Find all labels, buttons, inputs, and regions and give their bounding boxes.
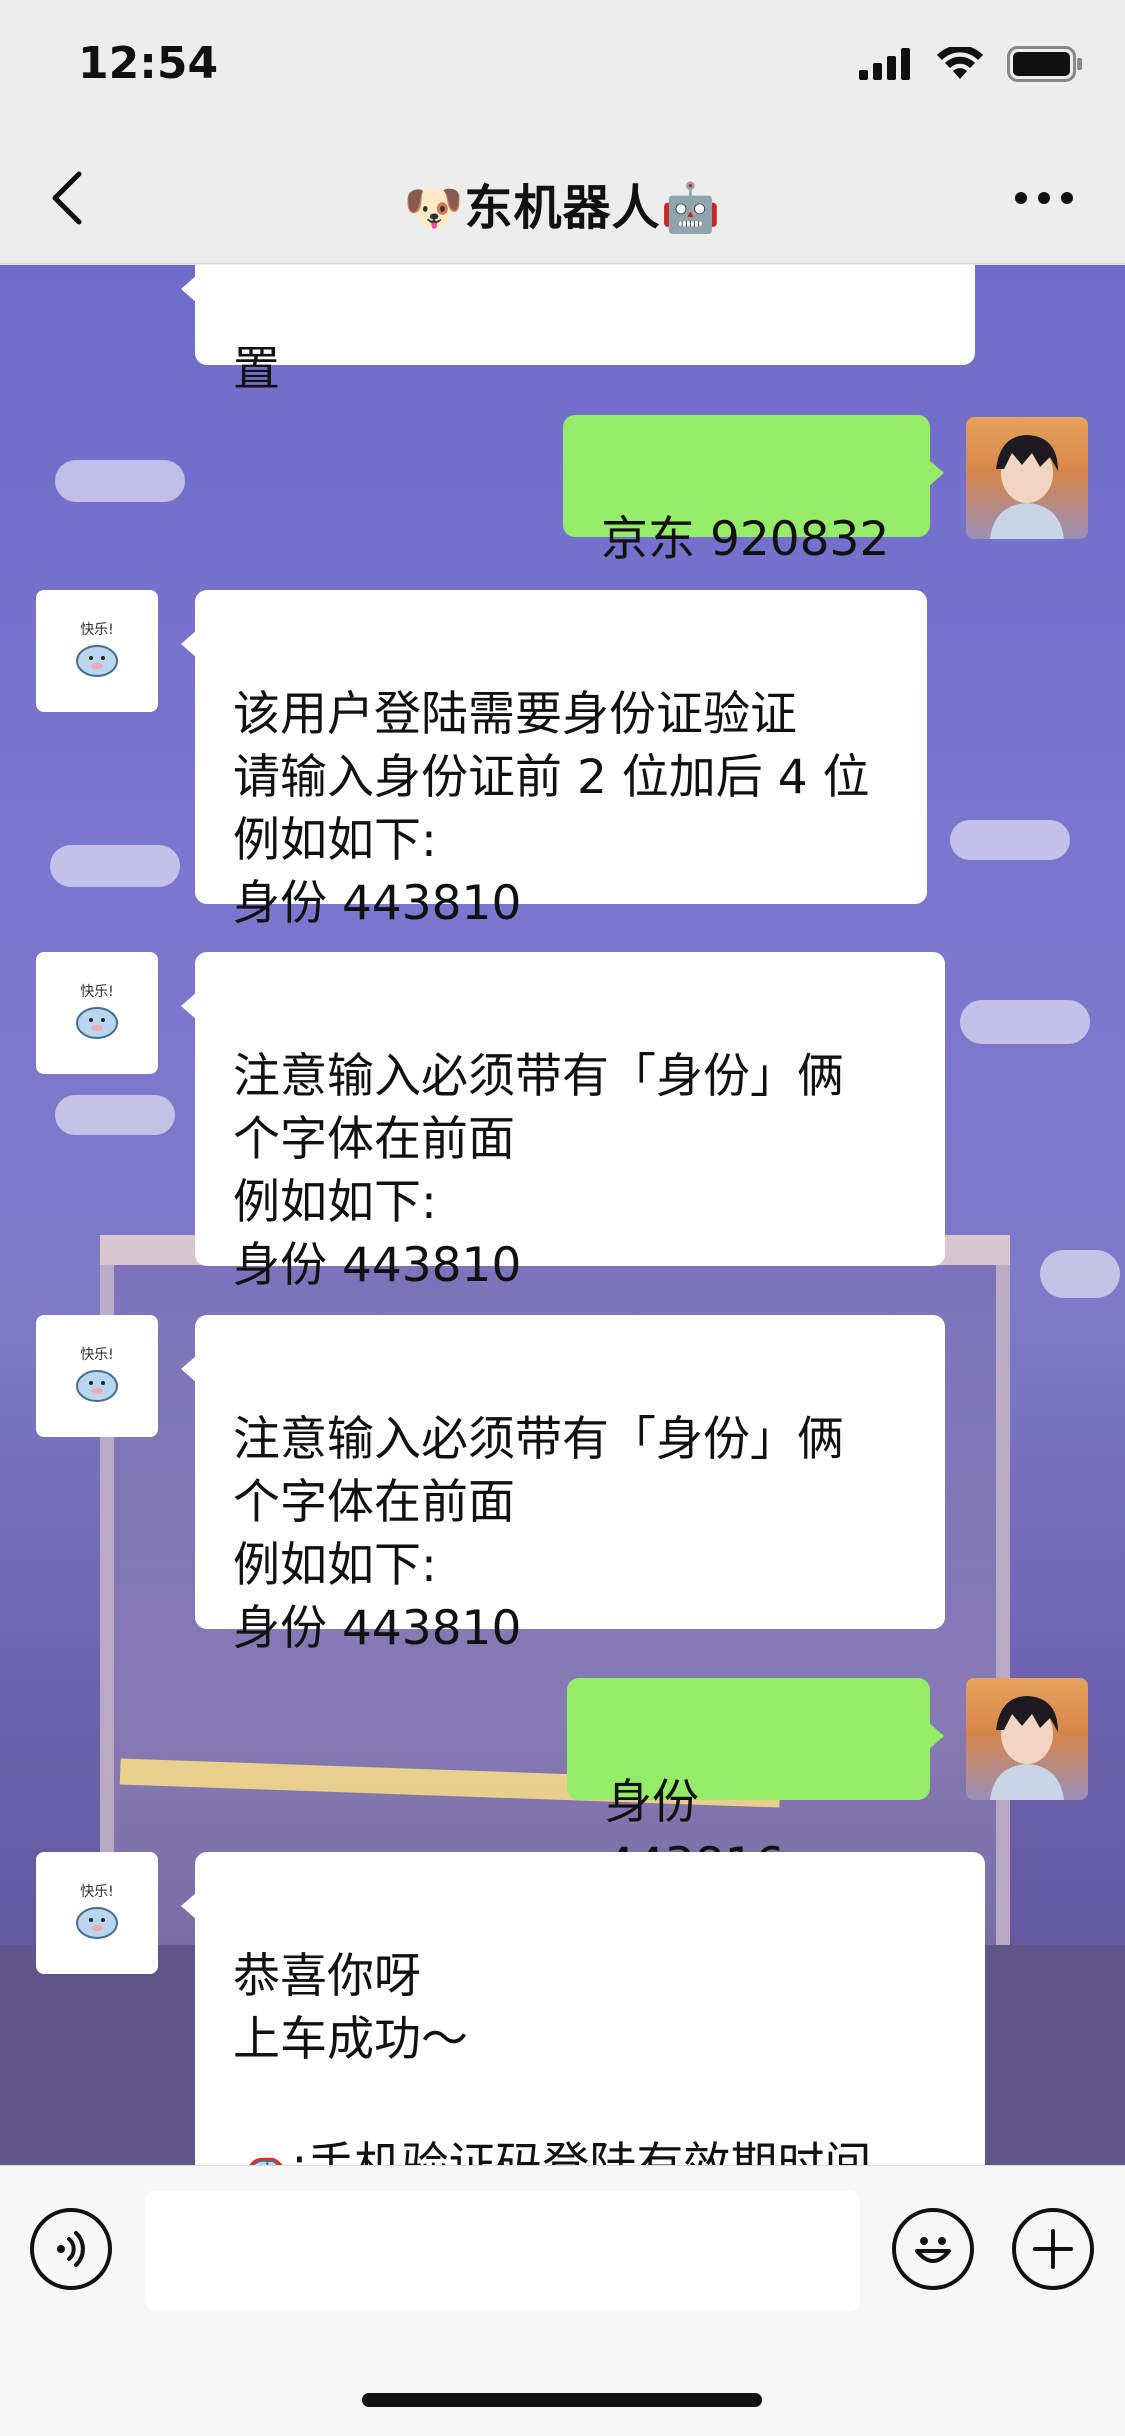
- user-avatar-illustration: [990, 1696, 1064, 1800]
- wifi-icon: [937, 47, 983, 79]
- user-avatar-illustration: [990, 435, 1064, 539]
- more-button[interactable]: [999, 162, 1089, 234]
- voice-icon: [57, 2231, 85, 2267]
- background-cloud: [50, 845, 180, 887]
- chat-area[interactable]: 置 京东 920832 快乐! 该用户登陆需要身份证验证 请输入身份证前 2 位…: [0, 265, 1125, 2165]
- message-text: 京东 920832: [601, 512, 890, 567]
- bot-avatar-caption: 快乐!: [80, 622, 114, 638]
- dolphin-icon: [76, 1907, 118, 1939]
- message-text: 注意输入必须带有「身份」俩 个字体在前面 例如如下: 身份 443810: [233, 1049, 844, 1293]
- message-bubble-incoming[interactable]: 注意输入必须带有「身份」俩 个字体在前面 例如如下: 身份 443810: [181, 1315, 945, 1656]
- status-time: 12:54: [78, 38, 219, 89]
- home-indicator: [362, 2393, 762, 2407]
- bot-avatar-caption: 快乐!: [80, 1347, 114, 1363]
- emoji-button[interactable]: [892, 2208, 974, 2290]
- background-cloud: [960, 1000, 1090, 1044]
- bot-avatar[interactable]: 快乐!: [36, 1315, 158, 1437]
- message-text: 置: [233, 342, 280, 397]
- bot-avatar-illustration: 快乐!: [69, 981, 125, 1045]
- dolphin-icon: [76, 1370, 118, 1402]
- message-input[interactable]: [145, 2191, 860, 2311]
- message-bubble-incoming[interactable]: 置: [181, 265, 975, 397]
- nav-bar: 🐶东机器人🤖: [0, 132, 1125, 264]
- message-bubble-incoming[interactable]: 注意输入必须带有「身份」俩 个字体在前面 例如如下: 身份 443810: [181, 952, 945, 1293]
- bot-avatar[interactable]: 快乐!: [36, 590, 158, 712]
- bot-avatar-illustration: 快乐!: [69, 1344, 125, 1408]
- emoji-icon: [915, 2237, 951, 2263]
- bot-avatar-illustration: 快乐!: [69, 619, 125, 683]
- message-bubble-outgoing[interactable]: 身份 443816: [567, 1678, 944, 1893]
- battery-icon: [1007, 46, 1082, 82]
- bot-avatar-caption: 快乐!: [80, 1884, 114, 1900]
- background-cloud: [55, 1095, 175, 1135]
- signal-icon: [859, 48, 910, 80]
- voice-button[interactable]: [30, 2208, 112, 2290]
- message-text: 注意输入必须带有「身份」俩 个字体在前面 例如如下: 身份 443810: [233, 1412, 844, 1656]
- dolphin-icon: [76, 645, 118, 677]
- bot-avatar-illustration: 快乐!: [69, 1881, 125, 1945]
- chat-title: 🐶东机器人🤖: [403, 180, 722, 236]
- message-text: 恭喜你呀 上车成功～ 🚗:手机验证码登陆有效期时间 为一个月!: [233, 1949, 871, 2165]
- message-bubble-incoming[interactable]: 该用户登陆需要身份证验证 请输入身份证前 2 位加后 4 位 例如如下: 身份 …: [181, 590, 927, 931]
- bot-avatar[interactable]: 快乐!: [36, 952, 158, 1074]
- bot-avatar[interactable]: 快乐!: [36, 1852, 158, 1974]
- message-text: 该用户登陆需要身份证验证 请输入身份证前 2 位加后 4 位 例如如下: 身份 …: [233, 687, 870, 931]
- bot-avatar-caption: 快乐!: [80, 984, 114, 1000]
- message-bubble-incoming[interactable]: 恭喜你呀 上车成功～ 🚗:手机验证码登陆有效期时间 为一个月!: [181, 1852, 985, 2165]
- dolphin-icon: [76, 1007, 118, 1039]
- more-dots-icon: [1015, 192, 1073, 204]
- status-bar: 12:54: [0, 0, 1125, 132]
- plus-icon: [1033, 2229, 1073, 2269]
- plus-button[interactable]: [1012, 2208, 1094, 2290]
- background-cloud: [950, 820, 1070, 860]
- status-icons: [859, 46, 1083, 82]
- user-avatar[interactable]: [966, 417, 1088, 539]
- user-avatar[interactable]: [966, 1678, 1088, 1800]
- background-cloud: [55, 460, 185, 502]
- message-bubble-outgoing[interactable]: 京东 920832: [563, 415, 944, 567]
- background-cloud: [1040, 1250, 1120, 1298]
